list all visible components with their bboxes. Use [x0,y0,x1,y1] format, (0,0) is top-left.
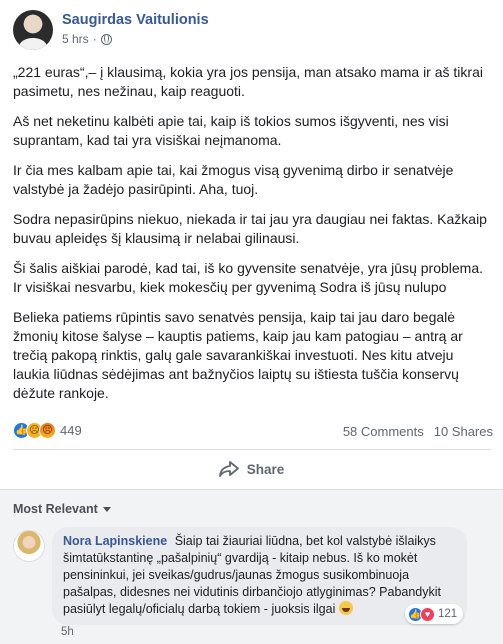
stats-right: 58 Comments 10 Shares [343,424,493,439]
angry-icon: ☹ [39,422,56,439]
comment-sort-dropdown[interactable]: Most Relevant [13,502,111,516]
grin-emoji-icon [338,601,353,615]
post-paragraph: Belieka patiems rūpintis savo senatvės p… [13,309,463,401]
post-header: Saugirdas Vaitulionis 5 hrs · [13,10,493,50]
globe-icon[interactable] [100,33,112,45]
meta-separator: · [92,32,97,46]
shares-count-link[interactable]: 10 Shares [434,424,493,439]
post-paragraph: Sodra nepasirūpins niekuo, niekada ir ta… [13,211,487,246]
share-icon [218,461,239,477]
post-paragraph: „221 euras“,– į klausimą, kokia yra jos … [13,64,483,99]
post-paragraph: Ir čia mes kalbam apie tai, kai žmogus v… [13,162,454,197]
reaction-count: 449 [60,423,82,438]
sort-label: Most Relevant [13,502,98,516]
commenter-name[interactable]: Nora Lapinskiene [63,534,167,548]
reactions-summary[interactable]: 👍 ☹ ☹ 449 [13,422,82,439]
love-icon: ♥ [420,606,435,622]
post-time[interactable]: 5 hrs [62,32,89,46]
action-bar: Share [0,450,503,488]
comment-reactions[interactable]: 👍 ♥ 121 [405,604,464,624]
commenter-avatar[interactable] [13,530,45,562]
post-stats: 👍 ☹ ☹ 449 58 Comments 10 Shares [13,420,493,442]
comment-reaction-count: 121 [438,608,458,620]
post-paragraph: Ši šalis aiškiai parodė, kad tai, iš ko … [13,260,484,295]
post-body: „221 euras“,– į klausimą, kokia yra jos … [13,63,491,414]
post-meta: 5 hrs · [62,32,112,46]
author-avatar[interactable] [13,10,53,50]
comment-time[interactable]: 5h [61,626,74,638]
post-card: Saugirdas Vaitulionis 5 hrs · „221 euras… [0,0,503,488]
share-button[interactable]: Share [218,461,285,477]
comments-count-link[interactable]: 58 Comments [343,424,424,439]
chevron-down-icon [102,506,111,512]
author-name[interactable]: Saugirdas Vaitulionis [62,12,209,28]
comments-section: Most Relevant Nora Lapinskiene Šiaip tai… [0,489,503,644]
share-label: Share [246,461,285,477]
post-paragraph: Aš net neketinu kalbėti apie tai, kaip i… [13,113,449,148]
